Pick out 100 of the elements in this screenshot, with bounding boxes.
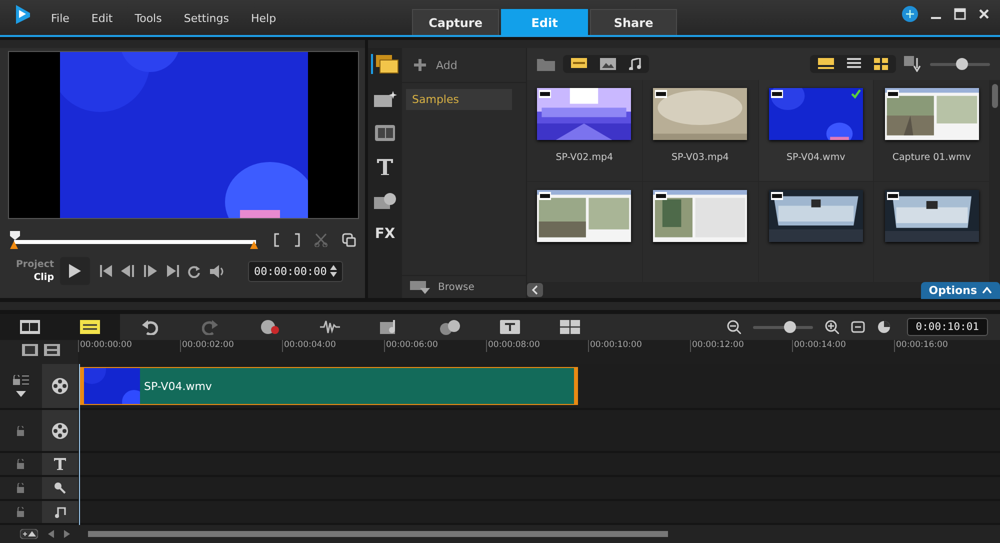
mode-tab[interactable]: Share [590, 9, 678, 35]
step-forward-icon[interactable] [144, 265, 158, 277]
film-reel-icon [51, 422, 69, 440]
track-header[interactable] [42, 364, 78, 408]
photo-filter-icon[interactable] [600, 58, 616, 70]
lock-icon[interactable] [13, 375, 29, 385]
panel-grip[interactable] [368, 40, 1000, 48]
plus-icon[interactable] [414, 59, 426, 71]
time-label: 00:00:04:00 [282, 340, 384, 352]
horizontal-scrollbar[interactable] [88, 531, 668, 537]
skip-start-icon[interactable] [100, 265, 112, 277]
add-track-icon[interactable] [20, 529, 38, 539]
menu-item[interactable]: Settings [172, 12, 240, 25]
storyboard-icon [20, 320, 40, 334]
chapter-icon[interactable] [44, 344, 60, 356]
step-back-icon[interactable] [121, 265, 135, 277]
storyboard-view-button[interactable] [0, 314, 60, 340]
media-tile[interactable]: SP-V04.wmv [758, 80, 874, 182]
mode-option[interactable]: Clip [34, 272, 54, 283]
motion-icon[interactable] [439, 319, 461, 335]
film-icon [886, 192, 899, 200]
record-icon[interactable] [260, 319, 280, 335]
menu-item[interactable]: Help [240, 12, 288, 25]
multi-camera-icon[interactable] [560, 320, 580, 334]
redo-icon[interactable] [202, 319, 218, 335]
scrollbar[interactable] [990, 80, 1000, 282]
repeat-icon[interactable] [188, 264, 201, 278]
time-ruler[interactable]: 00:00:00:00 00:00:02:00 00:00:04:00 00:00:06:00 00:00:08:00 00:00:10:00 00:00:12:00 00:00:14:00 00:00:16:00 [78, 340, 1000, 364]
options-button[interactable]: Options [920, 282, 1000, 298]
audio-wave-icon[interactable] [320, 319, 340, 335]
instant-project-icon[interactable] [373, 90, 397, 108]
playhead-handle[interactable] [10, 231, 20, 240]
thumbnail-view-icon[interactable] [818, 58, 834, 70]
panel-grip[interactable] [0, 40, 365, 48]
undo-icon[interactable] [142, 319, 158, 335]
menu-item[interactable]: File [40, 12, 80, 25]
timecode-field[interactable]: 00:00:00:00 [248, 260, 343, 282]
grid-view-icon[interactable] [874, 58, 888, 70]
maximize-icon[interactable] [954, 8, 966, 20]
media-tile[interactable] [758, 182, 874, 282]
mark-out-icon[interactable] [294, 233, 300, 247]
volume-icon[interactable] [210, 264, 226, 278]
trim-slider[interactable] [10, 231, 256, 249]
list-view-icon[interactable] [847, 58, 861, 70]
scroll-right-icon[interactable] [64, 530, 70, 538]
music-icon[interactable] [629, 58, 641, 70]
timeline-view-button[interactable] [60, 314, 120, 340]
trim-marker[interactable] [250, 241, 258, 249]
subtitle-icon[interactable] [500, 320, 520, 334]
filter-tab[interactable]: FX [374, 226, 396, 242]
transition-icon[interactable] [374, 124, 396, 142]
close-icon[interactable] [978, 8, 990, 20]
lock-icon[interactable] [17, 459, 25, 469]
thumbnail-size-slider[interactable] [930, 58, 990, 70]
zoom-slider[interactable] [752, 321, 813, 333]
media-tile[interactable]: SP-V02.mp4 [527, 80, 643, 182]
zoom-out-icon[interactable] [726, 320, 741, 334]
film-icon [770, 90, 783, 98]
title-icon[interactable] [376, 158, 394, 176]
browse-button[interactable]: Browse [402, 275, 526, 298]
media-tile[interactable]: SP-V03.mp4 [642, 80, 758, 182]
mode-tab[interactable]: Capture [412, 9, 500, 35]
slider-thumb[interactable] [784, 321, 796, 333]
fit-icon[interactable] [850, 321, 865, 333]
time-label: 00:00:02:00 [180, 340, 282, 352]
lock-icon[interactable] [17, 426, 25, 436]
graphics-icon[interactable] [373, 192, 397, 210]
video-clip[interactable]: SP-V04.wmv [80, 367, 578, 405]
track-manager-icon[interactable] [22, 344, 38, 356]
folder-icon[interactable] [537, 57, 555, 71]
menu-item[interactable]: Edit [80, 12, 124, 25]
film-icon [655, 90, 668, 98]
enlarge-icon[interactable] [342, 233, 356, 247]
scroll-left-icon[interactable] [527, 283, 543, 297]
lock-icon[interactable] [17, 507, 25, 517]
mode-option[interactable]: Project [16, 259, 54, 270]
media-icon[interactable] [375, 54, 399, 74]
folder-item[interactable]: Samples [406, 89, 512, 110]
media-tile[interactable]: Capture 01.wmv [874, 80, 990, 182]
add-folder-link[interactable]: Add [436, 58, 458, 72]
trim-marker[interactable] [10, 241, 18, 249]
project-duration: 0:00:10:01 [906, 318, 988, 336]
expand-icon[interactable] [16, 391, 26, 397]
time-label: 00:00:10:00 [588, 340, 690, 352]
mark-in-icon[interactable] [274, 233, 280, 247]
lock-icon[interactable] [17, 483, 25, 493]
play-button[interactable] [60, 257, 90, 285]
slider-thumb[interactable] [956, 58, 968, 70]
browse-icon [410, 280, 430, 294]
video-filter-icon[interactable] [571, 58, 587, 68]
skip-end-icon[interactable] [167, 265, 179, 277]
zoom-in-icon[interactable] [824, 320, 839, 334]
scissors-icon[interactable] [314, 233, 328, 247]
clock-icon [876, 320, 891, 334]
film-icon [770, 192, 783, 200]
track-header[interactable] [42, 410, 78, 451]
media-name: SP-V03.mp4 [671, 152, 729, 163]
menu-item[interactable]: Tools [124, 12, 173, 25]
sort-icon[interactable] [904, 56, 922, 72]
film-reel-icon [51, 377, 69, 395]
